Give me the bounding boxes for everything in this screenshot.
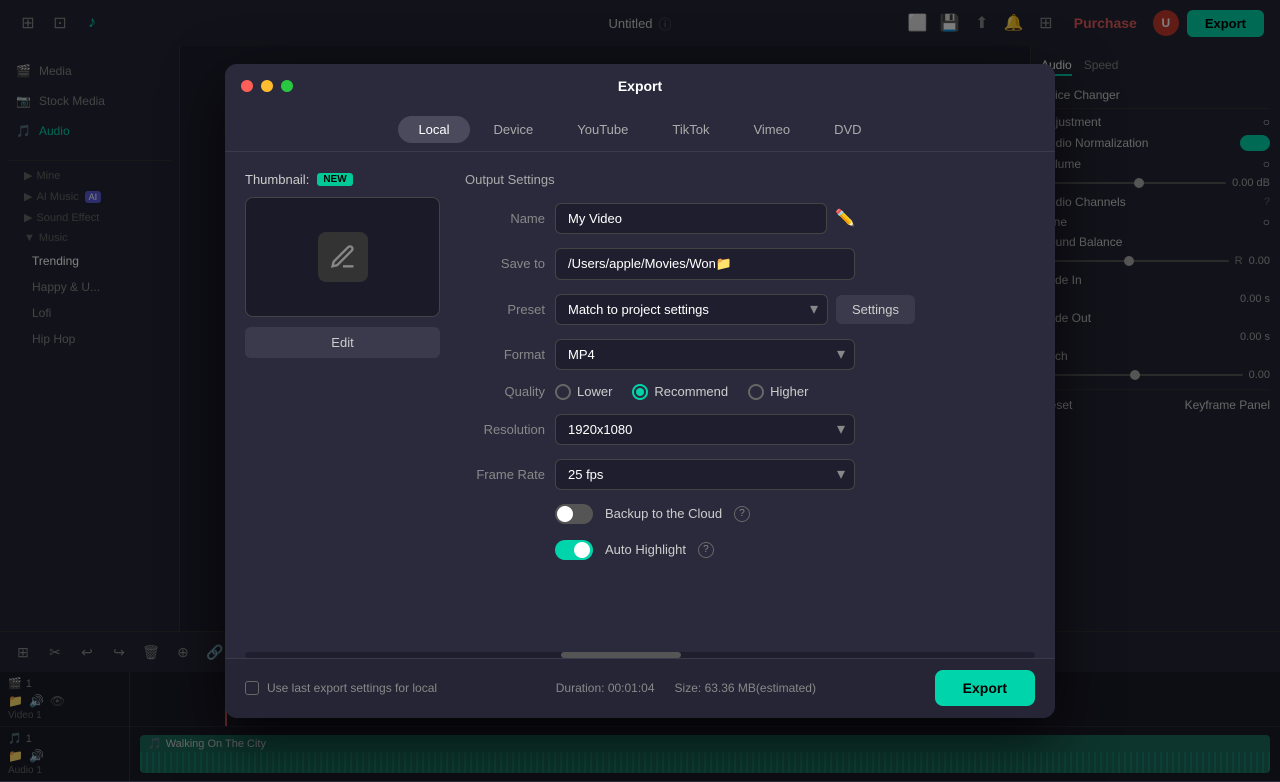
save-to-input[interactable]: /Users/apple/Movies/Won 📁 xyxy=(555,248,855,280)
save-to-value: /Users/apple/Movies/Won xyxy=(568,256,716,271)
quality-lower-label: Lower xyxy=(577,384,612,399)
autohighlight-help-icon[interactable]: ? xyxy=(698,542,714,558)
backup-toggle[interactable] xyxy=(555,504,593,524)
resolution-select[interactable]: 1920x1080 1280x720 3840x2160 xyxy=(555,414,855,445)
footer-export-button[interactable]: Export xyxy=(935,670,1035,706)
autohighlight-toggle[interactable] xyxy=(555,540,593,560)
save-to-label: Save to xyxy=(465,256,545,271)
resolution-label: Resolution xyxy=(465,422,545,437)
close-dot[interactable] xyxy=(241,80,253,92)
quality-recommend-label: Recommend xyxy=(654,384,728,399)
output-settings: Output Settings Name ✏️ Save to /User xyxy=(465,172,1035,632)
quality-recommend[interactable]: Recommend xyxy=(632,384,728,400)
thumbnail-placeholder-icon xyxy=(318,232,368,282)
last-settings-checkbox[interactable] xyxy=(245,681,259,695)
tab-tiktok[interactable]: TikTok xyxy=(652,116,729,143)
autohighlight-toggle-thumb xyxy=(574,542,590,558)
preset-select-wrapper: Match to project settings 1080p HD 4K Ul… xyxy=(555,294,828,325)
name-label: Name xyxy=(465,211,545,226)
tab-local[interactable]: Local xyxy=(398,116,469,143)
footer-center: Duration: 00:01:04 Size: 63.36 MB(estima… xyxy=(556,681,816,695)
dialog-tabs: Local Device YouTube TikTok Vimeo DVD xyxy=(225,108,1055,152)
tab-vimeo[interactable]: Vimeo xyxy=(733,116,810,143)
duration-value: 00:01:04 xyxy=(608,681,655,695)
new-badge: NEW xyxy=(317,173,352,186)
size-display: Size: 63.36 MB(estimated) xyxy=(675,681,816,695)
radio-recommend xyxy=(632,384,648,400)
quality-row: Quality Lower Recommend xyxy=(465,384,1035,400)
thumbnail-label-text: Thumbnail: xyxy=(245,172,309,187)
backup-row: Backup to the Cloud ? xyxy=(465,504,1035,524)
thumbnail-edit-button[interactable]: Edit xyxy=(245,327,440,358)
tab-device[interactable]: Device xyxy=(474,116,554,143)
maximize-dot[interactable] xyxy=(281,80,293,92)
quality-options: Lower Recommend Higher xyxy=(555,384,1035,400)
preset-container: Match to project settings 1080p HD 4K Ul… xyxy=(555,294,915,325)
modal-overlay: Export Local Device YouTube TikTok Vimeo… xyxy=(0,0,1280,781)
last-settings-label: Use last export settings for local xyxy=(267,681,437,695)
format-row: Format MP4 MOV AVI xyxy=(465,339,1035,370)
size-value: 63.36 MB(estimated) xyxy=(705,681,816,695)
quality-lower[interactable]: Lower xyxy=(555,384,612,400)
radio-lower xyxy=(555,384,571,400)
quality-higher-label: Higher xyxy=(770,384,808,399)
footer-left: Use last export settings for local xyxy=(245,681,437,695)
framerate-select-wrapper: 25 fps 24 fps 30 fps 60 fps xyxy=(555,459,855,490)
quality-label: Quality xyxy=(465,384,545,399)
settings-button[interactable]: Settings xyxy=(836,295,915,324)
thumbnail-preview xyxy=(245,197,440,317)
autohighlight-label: Auto Highlight xyxy=(605,542,686,557)
name-row: Name ✏️ xyxy=(465,203,1035,234)
autohighlight-row: Auto Highlight ? xyxy=(465,540,1035,560)
dialog-scrollbar-thumb[interactable] xyxy=(561,652,681,658)
size-label: Size: xyxy=(675,681,702,695)
tab-youtube[interactable]: YouTube xyxy=(557,116,648,143)
resolution-select-wrapper: 1920x1080 1280x720 3840x2160 xyxy=(555,414,855,445)
backup-toggle-thumb xyxy=(557,506,573,522)
preset-select[interactable]: Match to project settings 1080p HD 4K Ul… xyxy=(555,294,828,325)
thumbnail-label-row: Thumbnail: NEW xyxy=(245,172,445,187)
resolution-row: Resolution 1920x1080 1280x720 3840x2160 xyxy=(465,414,1035,445)
ai-edit-icon[interactable]: ✏️ xyxy=(835,208,855,228)
framerate-label: Frame Rate xyxy=(465,467,545,482)
name-input[interactable] xyxy=(555,203,827,234)
minimize-dot[interactable] xyxy=(261,80,273,92)
duration-label: Duration: xyxy=(556,681,605,695)
dialog-body: Thumbnail: NEW Edit Output Setting xyxy=(225,152,1055,652)
preset-row: Preset Match to project settings 1080p H… xyxy=(465,294,1035,325)
backup-label: Backup to the Cloud xyxy=(605,506,722,521)
format-select[interactable]: MP4 MOV AVI xyxy=(555,339,855,370)
radio-higher xyxy=(748,384,764,400)
dialog-footer: Use last export settings for local Durat… xyxy=(225,658,1055,718)
quality-higher[interactable]: Higher xyxy=(748,384,808,400)
framerate-select[interactable]: 25 fps 24 fps 30 fps 60 fps xyxy=(555,459,855,490)
tab-dvd[interactable]: DVD xyxy=(814,116,881,143)
folder-open-icon[interactable]: 📁 xyxy=(716,256,846,272)
backup-help-icon[interactable]: ? xyxy=(734,506,750,522)
format-select-wrapper: MP4 MOV AVI xyxy=(555,339,855,370)
save-to-row: Save to /Users/apple/Movies/Won 📁 xyxy=(465,248,1035,280)
format-label: Format xyxy=(465,347,545,362)
dialog-titlebar: Export xyxy=(225,64,1055,108)
preset-label: Preset xyxy=(465,302,545,317)
dialog-window-controls xyxy=(241,80,293,92)
dialog-title: Export xyxy=(618,78,662,94)
duration-display: Duration: 00:01:04 xyxy=(556,681,655,695)
thumbnail-section: Thumbnail: NEW Edit xyxy=(245,172,445,632)
framerate-row: Frame Rate 25 fps 24 fps 30 fps 60 fps xyxy=(465,459,1035,490)
export-dialog: Export Local Device YouTube TikTok Vimeo… xyxy=(225,64,1055,718)
dialog-scrollbar-area xyxy=(245,652,1035,658)
app-background: ⊞ ⊡ ♪ Untitled ⓘ ⬜ 💾 ⬆ 🔔 ⊞ Purchase U Ex… xyxy=(0,0,1280,781)
output-title: Output Settings xyxy=(465,172,1035,187)
